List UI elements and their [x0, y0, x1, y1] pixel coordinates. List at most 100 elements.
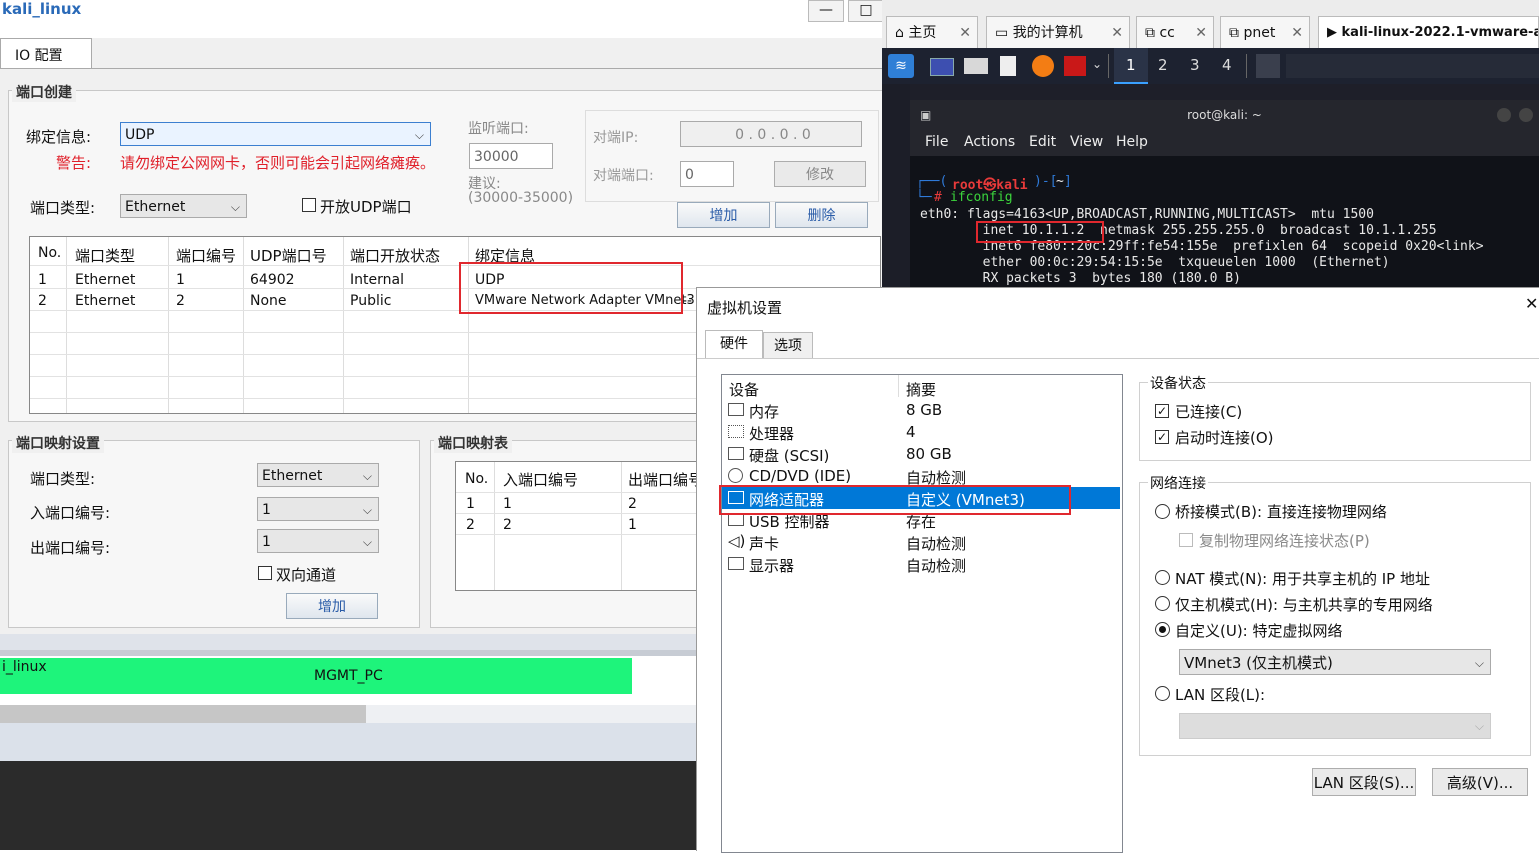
- workspace-2[interactable]: 2: [1158, 56, 1168, 74]
- col-header[interactable]: 端口开放状态: [350, 245, 440, 266]
- col-divider: [66, 237, 67, 413]
- lan-segments-button[interactable]: LAN 区段(S)...: [1312, 768, 1416, 796]
- device-row-memory[interactable]: 内存 8 GB: [722, 399, 1120, 421]
- device-row-display[interactable]: 显示器 自动检测: [722, 553, 1120, 575]
- table-cell[interactable]: 2: [38, 293, 47, 309]
- col-header[interactable]: 入端口编号: [503, 469, 578, 490]
- col-header[interactable]: 端口编号: [176, 245, 236, 266]
- folder-icon[interactable]: [964, 58, 988, 74]
- workspace-1[interactable]: 1: [1114, 48, 1148, 84]
- table-cell[interactable]: Public: [350, 293, 391, 309]
- device-row-cdrom[interactable]: CD/DVD (IDE) 自动检测: [722, 465, 1120, 487]
- port-type-select[interactable]: Ethernet ⌵: [120, 194, 247, 218]
- highlight-box: [976, 221, 1104, 243]
- table-cell[interactable]: Internal: [350, 272, 404, 288]
- menu-file[interactable]: File: [925, 134, 948, 150]
- maximize-button[interactable]: [1519, 108, 1533, 122]
- tab-pnet[interactable]: ⧉ pnet ✕: [1220, 16, 1310, 48]
- prompt-dir: ~: [1056, 174, 1064, 189]
- close-icon[interactable]: ✕: [1291, 17, 1303, 49]
- menu-view[interactable]: View: [1070, 134, 1103, 150]
- device-row-cpu[interactable]: 处理器 4: [722, 421, 1120, 443]
- terminal-line: eth0: flags=4163<UP,BROADCAST,RUNNING,MU…: [920, 207, 1374, 222]
- close-icon[interactable]: ✕: [1111, 17, 1123, 49]
- custom-network-select[interactable]: VMnet3 (仅主机模式) ⌵: [1179, 649, 1491, 675]
- tab-options[interactable]: 选项: [763, 332, 813, 358]
- kali-menu-icon[interactable]: ≋: [888, 54, 914, 78]
- col-header[interactable]: 端口类型: [75, 245, 135, 266]
- maximize-button[interactable]: □: [848, 0, 884, 22]
- listen-port-input[interactable]: 30000: [469, 143, 553, 169]
- device-header[interactable]: 设备: [729, 379, 759, 400]
- out-port-select[interactable]: 1 ⌵: [257, 529, 379, 553]
- table-cell[interactable]: 2: [176, 293, 185, 309]
- connected-checkbox[interactable]: ✓: [1155, 404, 1169, 418]
- in-port-select[interactable]: 1 ⌵: [257, 497, 379, 521]
- table-cell[interactable]: 2: [466, 517, 475, 533]
- host-only-radio[interactable]: [1155, 596, 1170, 611]
- close-button[interactable]: ✕: [1525, 294, 1538, 313]
- tab-kali[interactable]: ▶ kali-linux-2022.1-vmware-a...: [1318, 16, 1539, 48]
- tab-io-config[interactable]: IO 配置: [0, 38, 92, 69]
- lan-segment-select[interactable]: ⌵: [1179, 713, 1491, 739]
- modify-button[interactable]: 修改: [774, 161, 866, 187]
- chevron-down-icon[interactable]: ⌄: [1092, 57, 1102, 71]
- device-row-sound[interactable]: ◁) 声卡 自动检测: [722, 531, 1120, 553]
- workspace-3[interactable]: 3: [1190, 56, 1200, 74]
- peer-port-input[interactable]: 0: [680, 161, 734, 187]
- firefox-icon[interactable]: [1032, 55, 1054, 77]
- bind-select[interactable]: UDP ⌵: [120, 122, 431, 146]
- add-port-button[interactable]: 增加: [677, 202, 770, 228]
- add-map-button[interactable]: 增加: [286, 593, 378, 619]
- lan-radio[interactable]: [1155, 686, 1170, 701]
- minimize-button[interactable]: [1497, 108, 1511, 122]
- in-port-label: 入端口编号:: [30, 504, 111, 522]
- nat-radio[interactable]: [1155, 570, 1170, 585]
- menu-help[interactable]: Help: [1116, 134, 1148, 150]
- tab-home[interactable]: ⌂ 主页 ✕: [886, 16, 978, 48]
- table-cell[interactable]: None: [250, 293, 287, 309]
- table-cell[interactable]: Ethernet: [75, 293, 135, 309]
- table-cell[interactable]: 1: [466, 496, 475, 512]
- replicate-checkbox[interactable]: [1179, 533, 1193, 547]
- close-icon[interactable]: ✕: [1195, 17, 1207, 49]
- col-divider: [898, 375, 899, 397]
- workspace-4[interactable]: 4: [1222, 56, 1232, 74]
- connect-on-boot-checkbox[interactable]: ✓: [1155, 430, 1169, 444]
- bidir-checkbox[interactable]: [258, 566, 272, 580]
- terminal-task-icon[interactable]: [1256, 54, 1280, 78]
- peer-ip-input[interactable]: 0 . 0 . 0 . 0: [680, 121, 862, 147]
- tab-my-computer[interactable]: ▭ 我的计算机 ✕: [986, 16, 1130, 48]
- table-overflow: --: [682, 293, 693, 309]
- summary-header[interactable]: 摘要: [906, 379, 936, 400]
- minimize-button[interactable]: —: [808, 0, 844, 22]
- advanced-button[interactable]: 高级(V)...: [1432, 768, 1528, 796]
- bridged-radio[interactable]: [1155, 504, 1170, 519]
- desktop-icon[interactable]: [930, 58, 954, 76]
- table-cell[interactable]: 1: [503, 496, 512, 512]
- table-cell[interactable]: 1: [38, 272, 47, 288]
- menu-actions[interactable]: Actions: [964, 134, 1015, 150]
- delete-port-button[interactable]: 删除: [775, 202, 868, 228]
- close-icon[interactable]: ✕: [959, 17, 971, 49]
- col-header[interactable]: 出端口编号: [628, 469, 703, 490]
- table-cell[interactable]: 64902: [250, 272, 295, 288]
- table-cell[interactable]: 2: [628, 496, 637, 512]
- menu-edit[interactable]: Edit: [1029, 134, 1056, 150]
- map-port-type-select[interactable]: Ethernet ⌵: [257, 463, 379, 487]
- open-udp-checkbox[interactable]: [302, 198, 316, 212]
- device-row-disk[interactable]: 硬盘 (SCSI) 80 GB: [722, 443, 1120, 465]
- tab-hardware[interactable]: 硬件: [705, 330, 763, 358]
- table-cell[interactable]: 1: [628, 517, 637, 533]
- col-header[interactable]: No.: [38, 245, 61, 261]
- h-scrollbar-thumb[interactable]: [0, 705, 366, 723]
- app-icon[interactable]: [1064, 56, 1086, 76]
- table-cell[interactable]: 1: [176, 272, 185, 288]
- tab-cc[interactable]: ⧉ cc ✕: [1136, 16, 1214, 48]
- col-header[interactable]: UDP端口号: [250, 245, 327, 266]
- table-cell[interactable]: 2: [503, 517, 512, 533]
- text-editor-icon[interactable]: [1000, 56, 1016, 76]
- custom-radio[interactable]: [1155, 622, 1170, 637]
- col-header[interactable]: No.: [465, 471, 488, 487]
- table-cell[interactable]: Ethernet: [75, 272, 135, 288]
